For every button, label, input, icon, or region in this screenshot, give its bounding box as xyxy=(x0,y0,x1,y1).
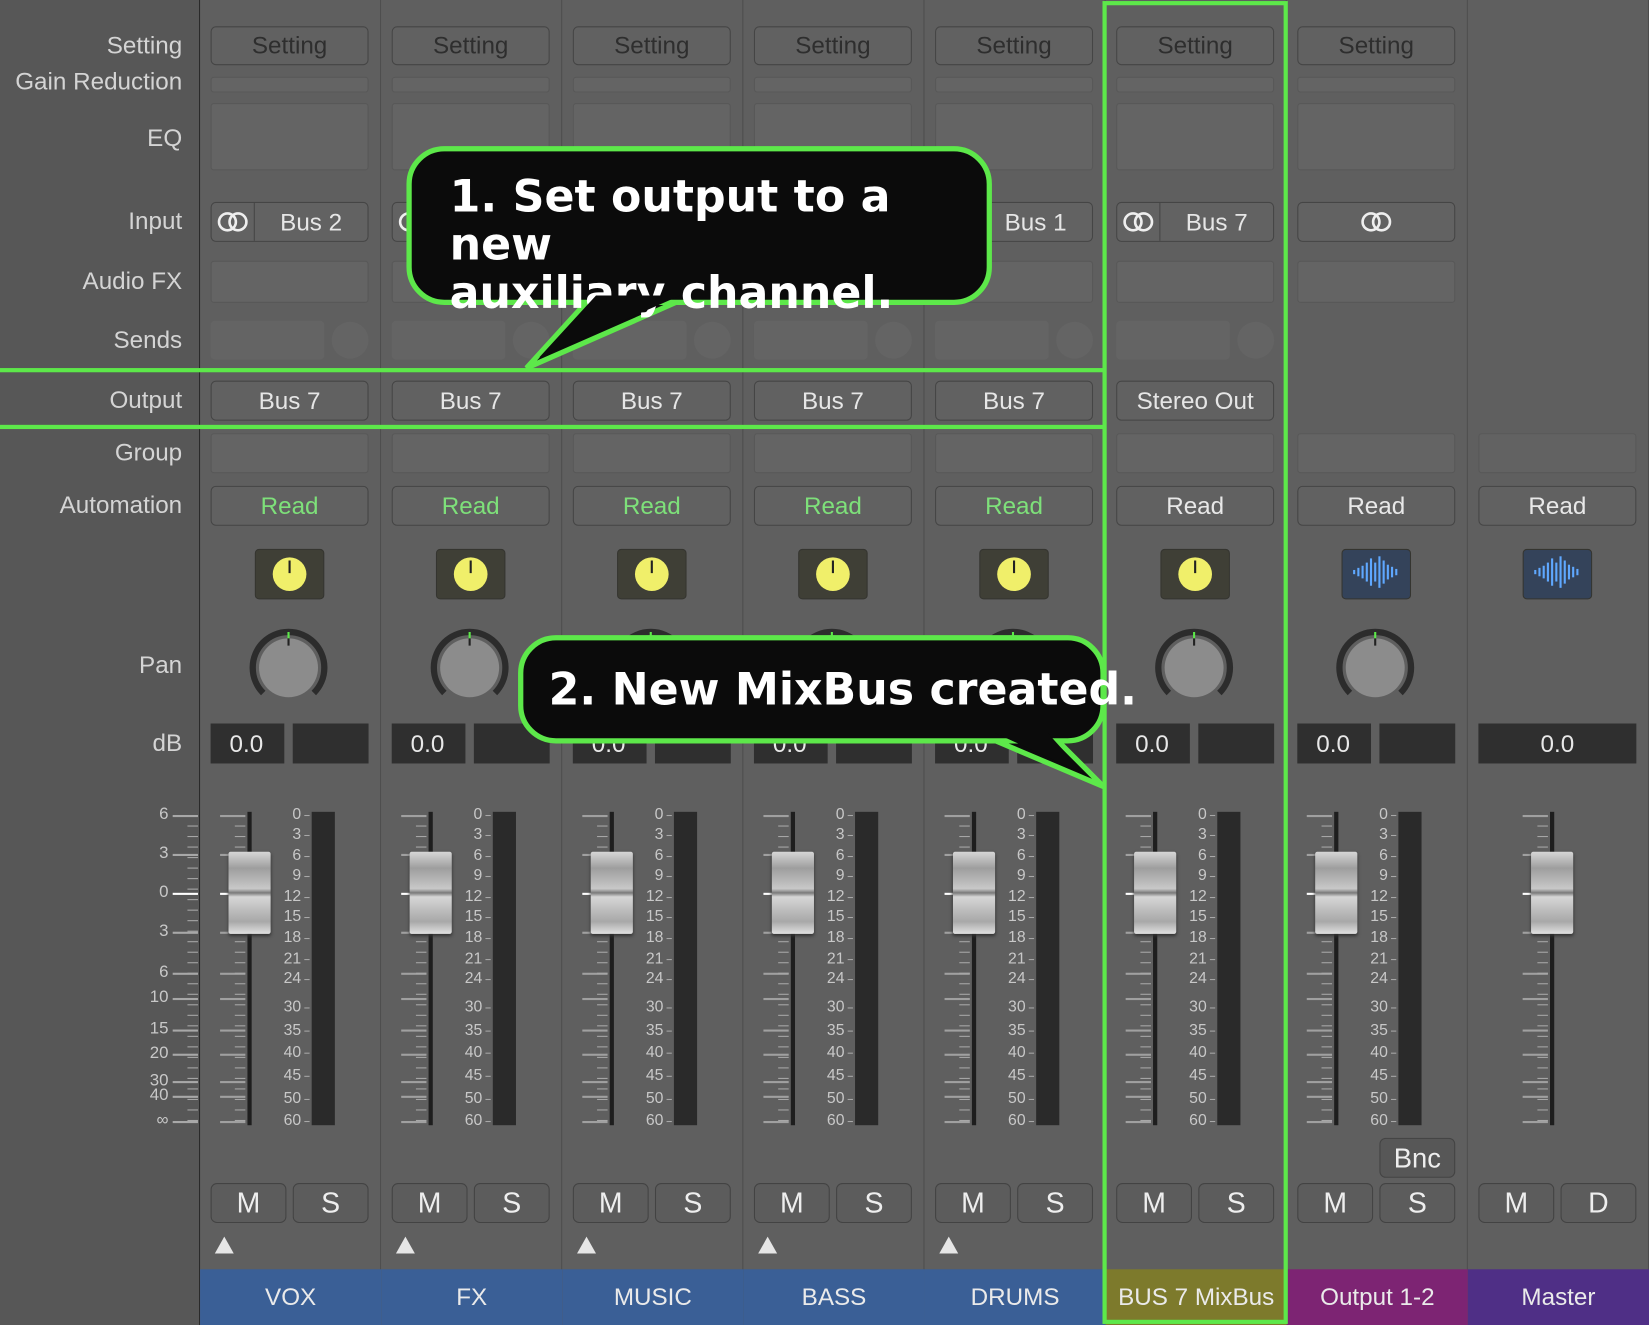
callout-step2-text: 2. New MixBus created. xyxy=(548,663,1137,716)
callout-step1-text: 1. Set output to a new auxiliary channel. xyxy=(449,170,894,319)
mixer-window: Setting Gain Reduction EQ Input Audio FX… xyxy=(0,0,1649,1325)
callout-step1: 1. Set output to a new auxiliary channel. xyxy=(406,146,992,317)
callout2-tail xyxy=(983,733,1106,790)
callout-step2: 2. New MixBus created. xyxy=(518,635,1137,744)
